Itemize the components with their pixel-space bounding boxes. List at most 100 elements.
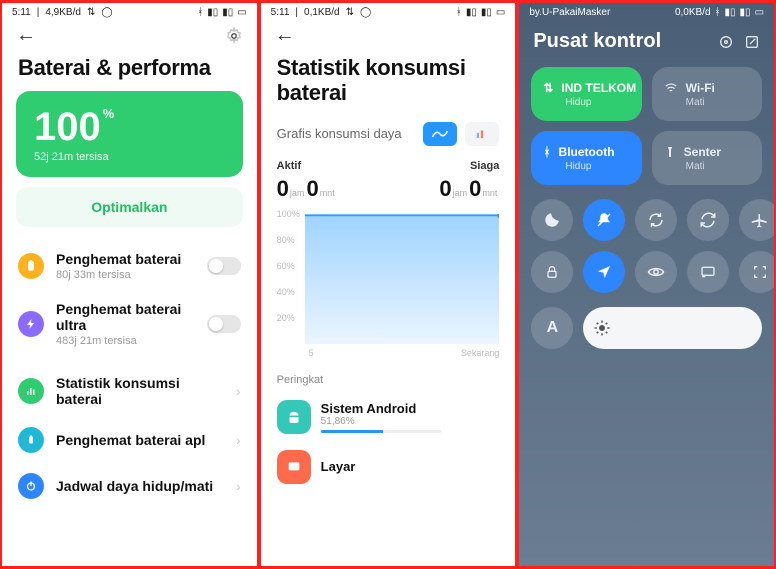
tile-label: Bluetooth bbox=[559, 145, 615, 159]
carrier-name: by.U-PakaiMasker bbox=[529, 7, 610, 18]
rank-name: Sistem Android bbox=[321, 401, 441, 416]
toggle-location[interactable] bbox=[583, 251, 625, 293]
bluetooth-icon: ᚼ bbox=[543, 145, 550, 159]
chevron-right-icon: › bbox=[236, 432, 241, 448]
toggle-cast[interactable] bbox=[687, 251, 729, 293]
graph-label: Grafis konsumsi daya bbox=[277, 126, 402, 141]
signal-icon: ▮▯ bbox=[481, 7, 492, 18]
tile-label: Senter bbox=[684, 145, 721, 159]
status-bar: by.U-PakaiMasker 0,0KB/d ᚼ ▮▯ ▮▯ ▭ bbox=[519, 3, 774, 20]
standby-time: 0jam 0mnt bbox=[439, 176, 499, 202]
link-app-saver[interactable]: Penghemat baterai apl › bbox=[2, 417, 257, 463]
row-title: Penghemat baterai bbox=[56, 251, 195, 267]
settings-icon[interactable] bbox=[225, 27, 243, 45]
brightness-slider[interactable] bbox=[583, 307, 762, 349]
screen-icon bbox=[277, 450, 311, 484]
battery-icon: ▭ bbox=[755, 7, 764, 18]
tile-wifi[interactable]: Wi-Fi Mati bbox=[652, 67, 762, 121]
toggle-dnd[interactable] bbox=[531, 199, 573, 241]
toggle-reading[interactable] bbox=[635, 251, 677, 293]
signal-icon: ▮▯ bbox=[222, 7, 233, 18]
link-schedule[interactable]: Jadwal daya hidup/mati › bbox=[2, 463, 257, 509]
panel-control-center: by.U-PakaiMasker 0,0KB/d ᚼ ▮▯ ▮▯ ▭ Pusat… bbox=[517, 0, 776, 569]
toggle-sync[interactable] bbox=[687, 199, 729, 241]
chevron-right-icon: › bbox=[236, 478, 241, 494]
status-net: 0,1KB/d bbox=[304, 7, 340, 18]
toggle-airplane[interactable] bbox=[739, 199, 776, 241]
signal-icon: ▮▯ bbox=[466, 7, 477, 18]
link-stats[interactable]: Statistik konsumsi baterai › bbox=[2, 365, 257, 417]
optimize-button[interactable]: Optimalkan bbox=[16, 187, 243, 227]
rank-pct: 51,86% bbox=[321, 416, 441, 427]
toggle-rotate[interactable] bbox=[635, 199, 677, 241]
toggle-ultra-saver[interactable] bbox=[207, 315, 241, 333]
battery-icon: ▭ bbox=[496, 7, 505, 18]
label-standby: Siaga bbox=[470, 160, 499, 172]
bars-icon bbox=[18, 378, 44, 404]
whatsapp-icon: ◯ bbox=[360, 7, 371, 18]
android-icon bbox=[277, 400, 311, 434]
tile-label: IND TELKOM bbox=[561, 81, 636, 95]
chart-x-end: Sekarang bbox=[461, 348, 500, 358]
link-label: Statistik konsumsi baterai bbox=[56, 375, 224, 407]
battery-icon: ▭ bbox=[237, 7, 246, 18]
toggle-mute[interactable] bbox=[583, 199, 625, 241]
tile-mobile-data[interactable]: ⇅IND TELKOM Hidup bbox=[531, 67, 641, 121]
edit-icon[interactable] bbox=[744, 34, 760, 50]
active-time: 0jam 0mnt bbox=[277, 176, 337, 202]
toggle-scan[interactable] bbox=[739, 251, 776, 293]
row-title: Penghemat baterai ultra bbox=[56, 301, 195, 333]
graph-mode-line[interactable] bbox=[423, 122, 457, 146]
status-bar: 5:11| 0,1KB/d ⇅ ◯ ᚼ ▮▯ ▮▯ ▭ bbox=[261, 3, 516, 20]
row-ultra-saver[interactable]: Penghemat baterai ultra 483j 21m tersisa bbox=[2, 291, 257, 357]
tile-sub: Mati bbox=[664, 161, 750, 172]
shield-battery-icon bbox=[18, 427, 44, 453]
wifi-icon bbox=[664, 81, 678, 95]
bluetooth-icon: ᚼ bbox=[456, 7, 462, 18]
graph-mode-bars[interactable] bbox=[465, 122, 499, 146]
page-title: Statistik konsumsi baterai bbox=[261, 47, 516, 116]
toggle-battery-saver[interactable] bbox=[207, 257, 241, 275]
status-net: 4,9KB/d bbox=[45, 7, 81, 18]
toggle-lock[interactable] bbox=[531, 251, 573, 293]
back-button[interactable]: ← bbox=[275, 24, 295, 47]
tile-sub: Hidup bbox=[543, 161, 629, 172]
arrows-icon: ⇅ bbox=[87, 7, 95, 18]
status-bar: 5:11 | 4,9KB/d ⇅ ◯ ᚼ ▮▯ ▮▯ ▭ bbox=[2, 3, 257, 20]
label-active: Aktif bbox=[277, 160, 301, 172]
tile-bluetooth[interactable]: ᚼ Bluetooth Hidup bbox=[531, 131, 641, 185]
battery-remain: 52j 21m tersisa bbox=[34, 151, 225, 163]
rank-item-android[interactable]: Sistem Android 51,86% bbox=[261, 392, 516, 442]
tile-sub: Mati bbox=[664, 97, 750, 108]
auto-label: A bbox=[547, 319, 559, 337]
back-button[interactable]: ← bbox=[16, 24, 36, 47]
panel-battery-stats: 5:11| 0,1KB/d ⇅ ◯ ᚼ ▮▯ ▮▯ ▭ ← Statistik … bbox=[259, 0, 518, 569]
auto-brightness-button[interactable]: A bbox=[531, 307, 573, 349]
battery-hero: 100% 52j 21m tersisa bbox=[16, 91, 243, 177]
panel-battery-performa: 5:11 | 4,9KB/d ⇅ ◯ ᚼ ▮▯ ▮▯ ▭ ← Baterai &… bbox=[0, 0, 259, 569]
battery-pct: 100 bbox=[34, 105, 101, 149]
status-time: 5:11 bbox=[271, 7, 290, 18]
tile-label: Wi-Fi bbox=[686, 81, 715, 95]
power-icon bbox=[18, 473, 44, 499]
brightness-icon bbox=[593, 319, 611, 337]
rank-name: Layar bbox=[321, 459, 356, 474]
tile-torch[interactable]: Senter Mati bbox=[652, 131, 762, 185]
status-time: 5:11 bbox=[12, 7, 31, 18]
rank-item-layar[interactable]: Layar bbox=[261, 442, 516, 492]
battery-saver-icon bbox=[18, 253, 44, 279]
rank-header: Peringkat bbox=[261, 358, 516, 392]
chart-x-start: 5 bbox=[309, 348, 314, 358]
row-battery-saver[interactable]: Penghemat baterai 80j 33m tersisa bbox=[2, 241, 257, 291]
settings-icon[interactable] bbox=[718, 34, 734, 50]
link-label: Jadwal daya hidup/mati bbox=[56, 478, 224, 494]
arrows-icon: ⇅ bbox=[346, 7, 354, 18]
bluetooth-icon: ᚼ bbox=[715, 7, 721, 18]
percent-icon: % bbox=[103, 106, 115, 121]
signal-icon: ▮▯ bbox=[725, 7, 736, 18]
torch-icon bbox=[664, 145, 676, 159]
battery-chart: 100% 80% 60% 40% 20% bbox=[277, 214, 500, 344]
whatsapp-icon: ◯ bbox=[101, 7, 112, 18]
page-title: Baterai & performa bbox=[2, 47, 257, 91]
link-label: Penghemat baterai apl bbox=[56, 432, 224, 448]
